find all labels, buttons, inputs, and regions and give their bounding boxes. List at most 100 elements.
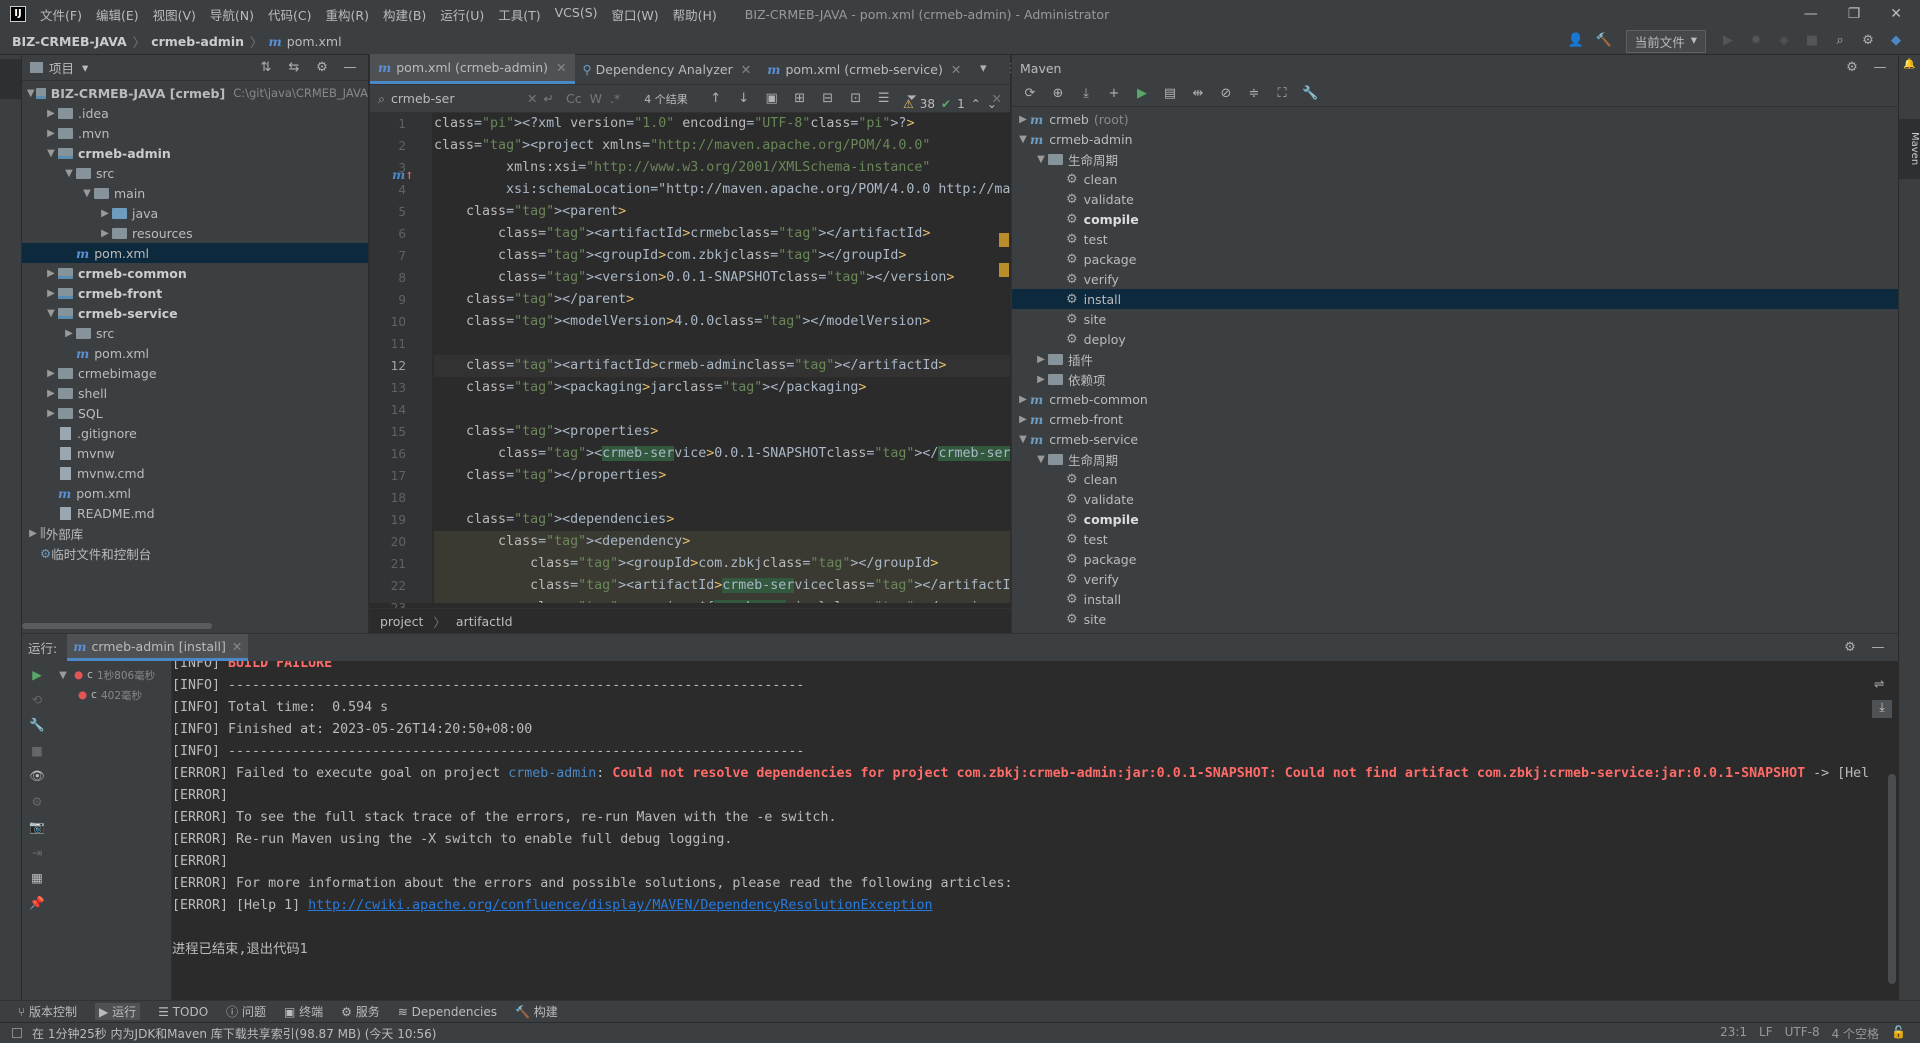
wrench-icon[interactable]: 🔧 xyxy=(29,717,45,733)
maven-tree-item[interactable]: ⚙ compile xyxy=(1012,509,1898,529)
expand-arrow-icon[interactable]: ▶ xyxy=(62,328,76,339)
expand-arrow-icon[interactable]: ▶ xyxy=(98,208,112,219)
chevron-down-icon[interactable]: ▾ xyxy=(975,61,991,77)
maven-tree-item[interactable]: ⚙ verify xyxy=(1012,569,1898,589)
chevron-up-icon[interactable]: ⌃ xyxy=(971,97,981,111)
project-tree-item[interactable]: ▶ resources xyxy=(22,223,368,243)
soft-wrap-icon[interactable]: ⇌ xyxy=(1874,676,1884,691)
tool-window-button[interactable]: ≋ Dependencies xyxy=(398,1005,497,1019)
eye-icon[interactable]: 👁 xyxy=(29,768,45,784)
maven-tree-item[interactable]: ⚙ test xyxy=(1012,529,1898,549)
close-icon[interactable]: ✕ xyxy=(232,639,242,654)
code-line[interactable]: class="tag"></properties> xyxy=(434,465,1010,487)
project-tree-item[interactable]: ▶ .idea xyxy=(22,103,368,123)
stop-icon[interactable]: ■ xyxy=(1804,33,1820,49)
maven-tree-item[interactable]: ⚙ validate xyxy=(1012,189,1898,209)
status-square-icon[interactable] xyxy=(12,1028,22,1038)
stop-icon[interactable]: ■ xyxy=(31,743,43,758)
tool-window-button[interactable]: ⚙ 服务 xyxy=(341,1003,380,1020)
expand-arrow-icon[interactable]: ▶ xyxy=(44,408,58,419)
inspection-widget[interactable]: ⚠ 38 ✔ 1 ⌃ ⌄ xyxy=(903,97,997,111)
ide-logo-icon[interactable]: ◆ xyxy=(1888,33,1904,49)
project-tree-item[interactable]: .gitignore xyxy=(22,423,368,443)
expand-arrow-icon[interactable]: ▼ xyxy=(1016,134,1030,145)
search-icon[interactable]: ⌕ xyxy=(1832,33,1848,49)
menu-item[interactable]: 帮助(H) xyxy=(673,5,717,24)
expand-arrow-icon[interactable]: ▼ xyxy=(44,308,58,319)
maven-tree-item[interactable]: ⚙ test xyxy=(1012,229,1898,249)
settings-icon[interactable]: ⚙ xyxy=(314,60,330,76)
menu-item[interactable]: VCS(S) xyxy=(555,5,598,24)
expand-arrow-icon[interactable]: ▼ xyxy=(44,148,58,159)
code-line[interactable]: class="pi"><?xml version="1.0" encoding=… xyxy=(434,113,1010,135)
maven-tree-item[interactable]: ▶ 插件 xyxy=(1012,349,1898,369)
maven-tree-item[interactable]: ⚙ package xyxy=(1012,249,1898,269)
maven-tree-item[interactable]: ⚙ validate xyxy=(1012,489,1898,509)
dependencies-diagram-icon[interactable]: ⛶ xyxy=(1274,86,1290,102)
menu-item[interactable]: 工具(T) xyxy=(498,5,540,24)
project-tree-item[interactable]: ▶ java xyxy=(22,203,368,223)
code-area[interactable]: class="pi"><?xml version="1.0" encoding=… xyxy=(434,113,1010,603)
expand-arrow-icon[interactable]: ▶ xyxy=(44,268,58,279)
reload-icon[interactable]: ⟳ xyxy=(1022,86,1038,102)
code-line[interactable]: class="tag"><modelVersion>4.0.0class="ta… xyxy=(434,311,1010,333)
breadcrumb-module[interactable]: crmeb-admin xyxy=(151,34,244,49)
maven-tree-item[interactable]: ▼ 生命周期 xyxy=(1012,149,1898,169)
maven-parent-gutter-icon[interactable]: m↑ xyxy=(392,167,414,182)
plus-icon[interactable]: + xyxy=(1106,86,1122,102)
add-project-icon[interactable]: ⊕ xyxy=(1050,86,1066,102)
hide-icon[interactable]: — xyxy=(1870,640,1886,656)
code-line[interactable]: class="tag"><version>0.0.1-SNAPSHOTclass… xyxy=(434,267,1010,289)
minimize-icon[interactable]: — xyxy=(1804,6,1818,22)
user-icon[interactable]: 👤 xyxy=(1568,33,1584,49)
words-toggle[interactable]: W xyxy=(590,91,602,106)
menu-item[interactable]: 代码(C) xyxy=(268,5,311,24)
tool-window-button[interactable]: 🔨 构建 xyxy=(515,1003,558,1020)
code-line[interactable]: class="tag"><artifactId>crmeb-servicecla… xyxy=(434,575,1010,597)
expand-arrow-icon[interactable]: ▶ xyxy=(1034,374,1048,385)
code-line[interactable]: class="tag"><dependency> xyxy=(434,531,1010,553)
maven-tree-item[interactable]: ⚙ verify xyxy=(1012,269,1898,289)
tool-window-button[interactable]: ⓘ 问题 xyxy=(226,1003,266,1020)
expand-arrow-icon[interactable]: ▶ xyxy=(1034,354,1048,365)
collapse-all-icon[interactable]: ⇆ xyxy=(286,60,302,76)
hide-icon[interactable]: — xyxy=(1872,60,1888,76)
menu-item[interactable]: 构建(B) xyxy=(383,5,426,24)
tool-window-button[interactable]: ▶ 运行 xyxy=(95,1003,141,1020)
code-line[interactable]: class="tag"><groupId>com.zbkjclass="tag"… xyxy=(434,245,1010,267)
console-scrollbar[interactable] xyxy=(1888,774,1896,984)
run-icon[interactable]: ▶ xyxy=(1720,33,1736,49)
project-panel-title[interactable]: 项目 xyxy=(49,58,74,77)
maven-tree-item[interactable]: ⚙ site xyxy=(1012,309,1898,329)
menu-item[interactable]: 重构(R) xyxy=(326,5,369,24)
project-tree-item[interactable]: ▼ main xyxy=(22,183,368,203)
tool-window-button[interactable]: ▣ 终端 xyxy=(284,1003,323,1020)
project-tree-item[interactable]: ▶ SQL xyxy=(22,403,368,423)
project-tree-item[interactable]: mvnw xyxy=(22,443,368,463)
menu-item[interactable]: 编辑(E) xyxy=(96,5,139,24)
maven-tree-item[interactable]: ⚙ clean xyxy=(1012,469,1898,489)
close-icon[interactable]: ✕ xyxy=(741,62,751,77)
run-icon[interactable]: ▶ xyxy=(1134,86,1150,102)
menu-item[interactable]: 导航(N) xyxy=(210,5,254,24)
code-line[interactable]: xsi:schemaLocation="http://maven.apache.… xyxy=(434,179,1010,201)
console-text[interactable]: crmeb-admin xyxy=(508,766,596,781)
horizontal-scrollbar[interactable] xyxy=(22,623,212,629)
project-tree-item[interactable]: mvnw.cmd xyxy=(22,463,368,483)
multiline-icon[interactable]: ☰ xyxy=(876,91,892,107)
expand-arrow-icon[interactable]: ▶ xyxy=(44,288,58,299)
project-tree-item[interactable]: m pom.xml xyxy=(22,343,368,363)
expand-arrow-icon[interactable]: ▶ xyxy=(44,128,58,139)
project-tree-item[interactable]: ▶ crmeb-common xyxy=(22,263,368,283)
expand-arrow-icon[interactable]: ▼ xyxy=(1034,154,1048,165)
skip-tests-icon[interactable]: ⊘ xyxy=(1218,86,1234,102)
project-tree-item[interactable]: ▶ shell xyxy=(22,383,368,403)
code-line[interactable]: class="tag"><project xmlns="http://maven… xyxy=(434,135,1010,157)
project-tree-item[interactable]: ▶ ⫼ 外部库 xyxy=(22,523,368,543)
breadcrumb-project[interactable]: project xyxy=(380,614,423,629)
menu-item[interactable]: 运行(U) xyxy=(440,5,484,24)
tab-pom-service[interactable]: m pom.xml (crmeb-service) ✕ xyxy=(759,54,969,84)
notifications-tool-button[interactable]: 🔔 xyxy=(1899,59,1920,99)
clear-search-icon[interactable]: ✕ xyxy=(527,91,537,106)
search-input[interactable] xyxy=(391,91,522,106)
